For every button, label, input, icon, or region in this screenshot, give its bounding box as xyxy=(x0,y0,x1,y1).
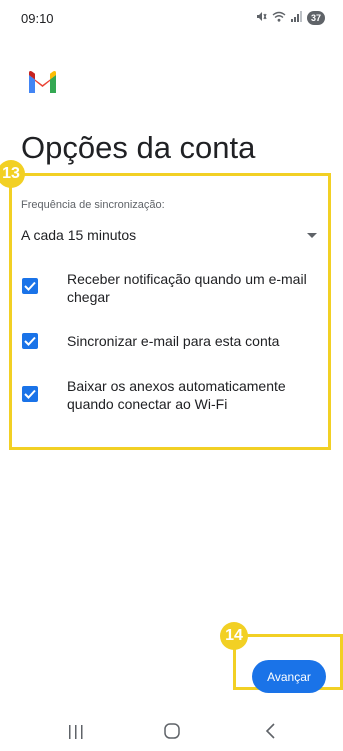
dropdown-arrow-icon xyxy=(307,233,317,238)
sync-frequency-value: A cada 15 minutos xyxy=(21,227,137,243)
home-icon[interactable] xyxy=(164,723,180,739)
back-icon[interactable] xyxy=(264,723,278,739)
option-sync-label: Sincronizar e-mail para esta conta xyxy=(67,333,280,349)
page-title: Opções da conta xyxy=(21,130,256,165)
navigation-bar xyxy=(0,714,343,751)
option-notify-label: Receber notificação quando um e-mail che… xyxy=(67,271,307,305)
status-bar: 09:10 37 xyxy=(0,0,343,36)
checkbox-attachments[interactable] xyxy=(22,386,38,402)
checkmark-icon xyxy=(24,336,36,346)
next-button[interactable]: Avançar xyxy=(252,660,326,693)
option-attachments[interactable]: Baixar os anexos automaticamente quando … xyxy=(21,377,321,413)
checkbox-sync[interactable] xyxy=(22,333,38,349)
status-time: 09:10 xyxy=(21,11,54,26)
mute-icon xyxy=(256,9,267,27)
gmail-logo xyxy=(27,70,58,93)
sync-frequency-select[interactable]: A cada 15 minutos xyxy=(21,224,319,246)
option-sync[interactable]: Sincronizar e-mail para esta conta xyxy=(21,332,321,350)
wifi-icon xyxy=(272,9,286,27)
status-icons: 37 xyxy=(256,10,325,26)
recents-icon[interactable] xyxy=(67,725,85,739)
option-notify[interactable]: Receber notificação quando um e-mail che… xyxy=(21,270,321,306)
sync-frequency-label: Frequência de sincronização: xyxy=(21,199,165,211)
option-attachments-label: Baixar os anexos automaticamente quando … xyxy=(67,378,286,412)
battery-icon: 37 xyxy=(306,11,325,25)
checkbox-notify[interactable] xyxy=(22,278,38,294)
checkmark-icon xyxy=(24,389,36,399)
step-badge-14: 14 xyxy=(220,622,248,650)
checkmark-icon xyxy=(24,281,36,291)
signal-icon xyxy=(290,9,302,27)
